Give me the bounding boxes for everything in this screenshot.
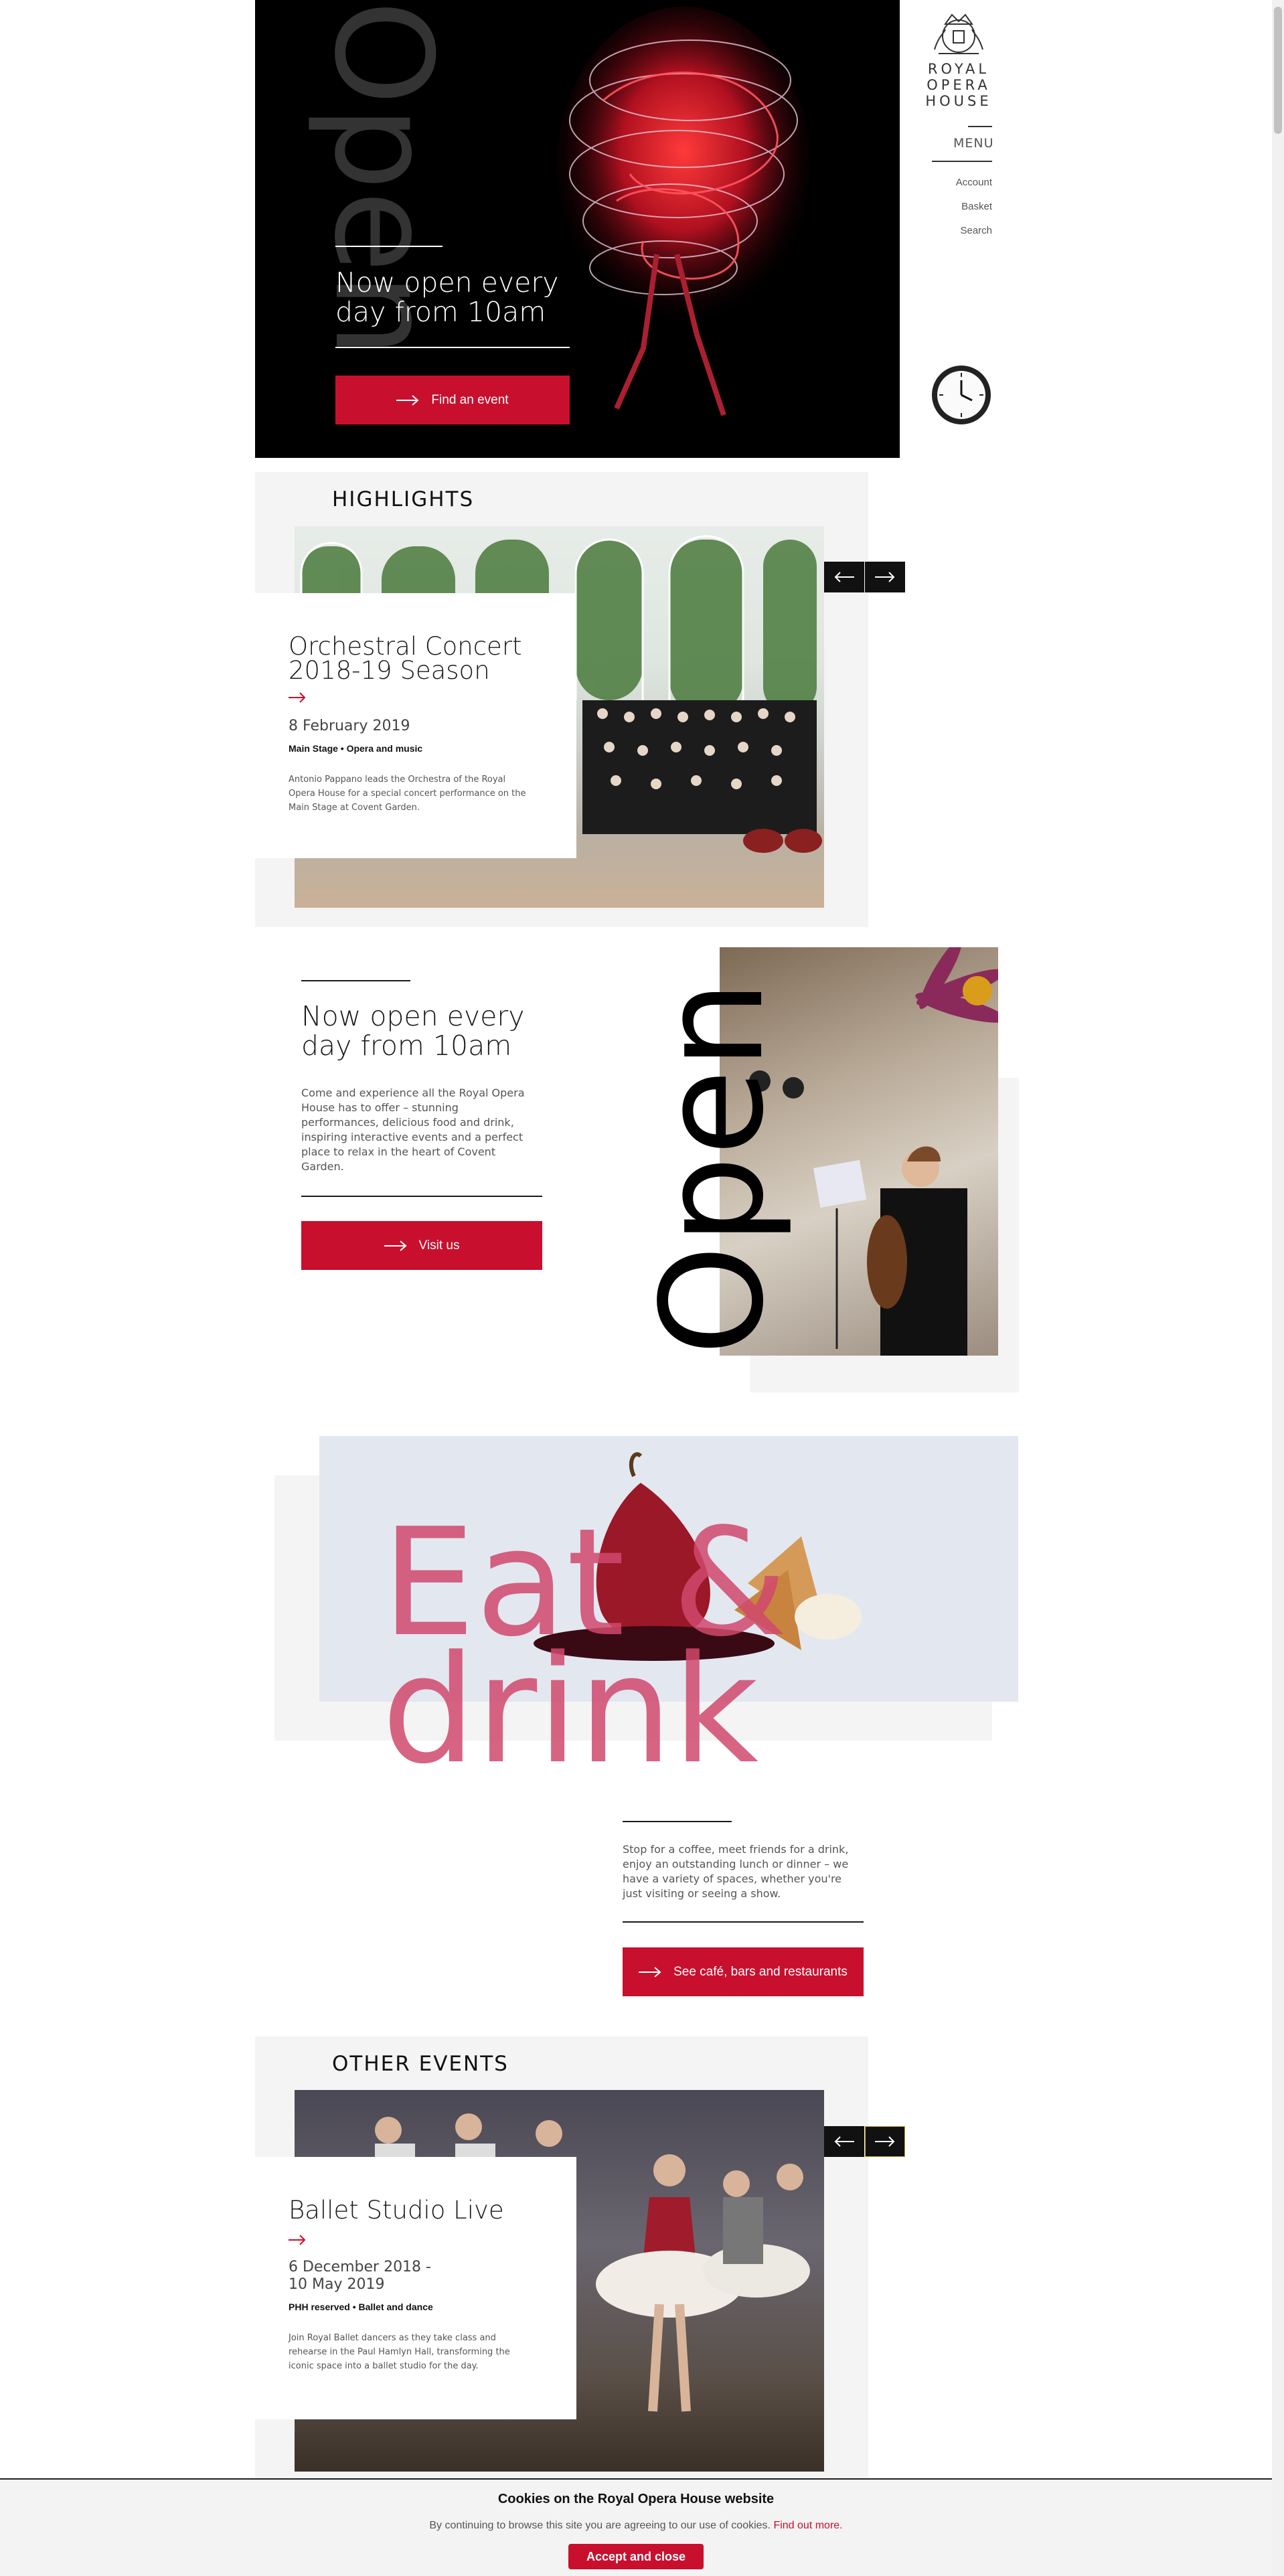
arrow-right-icon [396, 394, 419, 406]
cookie-banner-text: By continuing to browse this site you ar… [429, 2520, 843, 2531]
event-card-tags: PHH reserved • Ballet and dance [289, 2302, 433, 2312]
event-card-orchestral[interactable]: Orchestral Concert 2018-19 Season 8 Febr… [255, 593, 576, 858]
find-out-more-link[interactable]: Find out more. [773, 2520, 842, 2531]
other-events-prev-button[interactable] [824, 2126, 864, 2157]
accept-cookies-button[interactable]: Accept and close [568, 2544, 704, 2569]
event-card-date: 6 December 2018 - 10 May 2019 [289, 2259, 431, 2293]
visit-us-button[interactable]: Visit us [301, 1221, 542, 1270]
menu-button[interactable]: MENU [953, 136, 993, 151]
hero-headline: Now open every day from 10am [335, 266, 559, 328]
other-events-next-button[interactable] [865, 2126, 905, 2157]
hero-banner: Open Now open every day from 10am Find a… [255, 0, 900, 458]
scrollbar-thumb[interactable] [1274, 7, 1282, 134]
arrow-right-icon [384, 1240, 407, 1251]
arrow-left-icon [834, 572, 854, 582]
open-headline: Now open every day from 10am [301, 1000, 525, 1062]
event-card-description: Antonio Pappano leads the Orchestra of t… [289, 775, 526, 813]
open-vertical-word: Open [631, 980, 795, 1356]
eat-body-text: Stop for a coffee, meet friends for a dr… [623, 1843, 849, 1900]
arrow-right-icon [639, 1966, 661, 1978]
event-card-title: Ballet Studio Live [289, 2196, 504, 2225]
arrow-left-icon [834, 2136, 854, 2147]
cookie-banner: Cookies on the Royal Opera House website… [0, 2478, 1272, 2576]
page-scrollbar[interactable] [1272, 0, 1284, 2576]
arrow-right-icon [875, 2136, 895, 2147]
nav-basket-link[interactable]: Basket [924, 201, 992, 212]
find-event-button[interactable]: Find an event [335, 376, 570, 424]
event-card-tags: Main Stage • Opera and music [289, 743, 423, 754]
event-card-description: Join Royal Ballet dancers as they take c… [289, 2333, 510, 2371]
event-card-ballet[interactable]: Ballet Studio Live 6 December 2018 - 10 … [255, 2157, 576, 2419]
other-events-title: OTHER EVENTS [332, 2052, 509, 2076]
menu-divider-top [968, 126, 992, 127]
nav-search-link[interactable]: Search [924, 225, 992, 236]
highlights-next-button[interactable] [865, 562, 905, 592]
eat-drink-heading: Eat & drink [382, 1497, 789, 1797]
highlights-title: HIGHLIGHTS [332, 487, 475, 511]
event-card-title: Orchestral Concert 2018-19 Season [289, 632, 522, 685]
event-card-date: 8 February 2019 [289, 718, 410, 734]
logo[interactable]: ROYAL OPERA HOUSE [922, 9, 995, 109]
hero-divider-bottom [335, 347, 570, 348]
open-divider-top [301, 980, 410, 981]
arrow-right-icon[interactable] [289, 692, 306, 703]
eat-divider-top [623, 1821, 732, 1822]
royal-crest-icon [934, 13, 983, 54]
nav-account-link[interactable]: Account [924, 177, 992, 188]
clock-icon [932, 366, 991, 424]
arrow-right-icon [875, 572, 895, 582]
open-body-text: Come and experience all the Royal Opera … [301, 1086, 525, 1173]
highlights-prev-button[interactable] [824, 562, 864, 592]
menu-divider-bottom [932, 161, 992, 162]
hero-divider-top [335, 246, 443, 247]
eat-divider-bottom [623, 1921, 864, 1923]
cookie-banner-title: Cookies on the Royal Opera House website [497, 2492, 775, 2506]
open-divider-bottom [301, 1196, 542, 1197]
see-cafe-bars-button[interactable]: See café, bars and restaurants [623, 1947, 864, 1996]
arrow-right-icon[interactable] [289, 2235, 306, 2245]
